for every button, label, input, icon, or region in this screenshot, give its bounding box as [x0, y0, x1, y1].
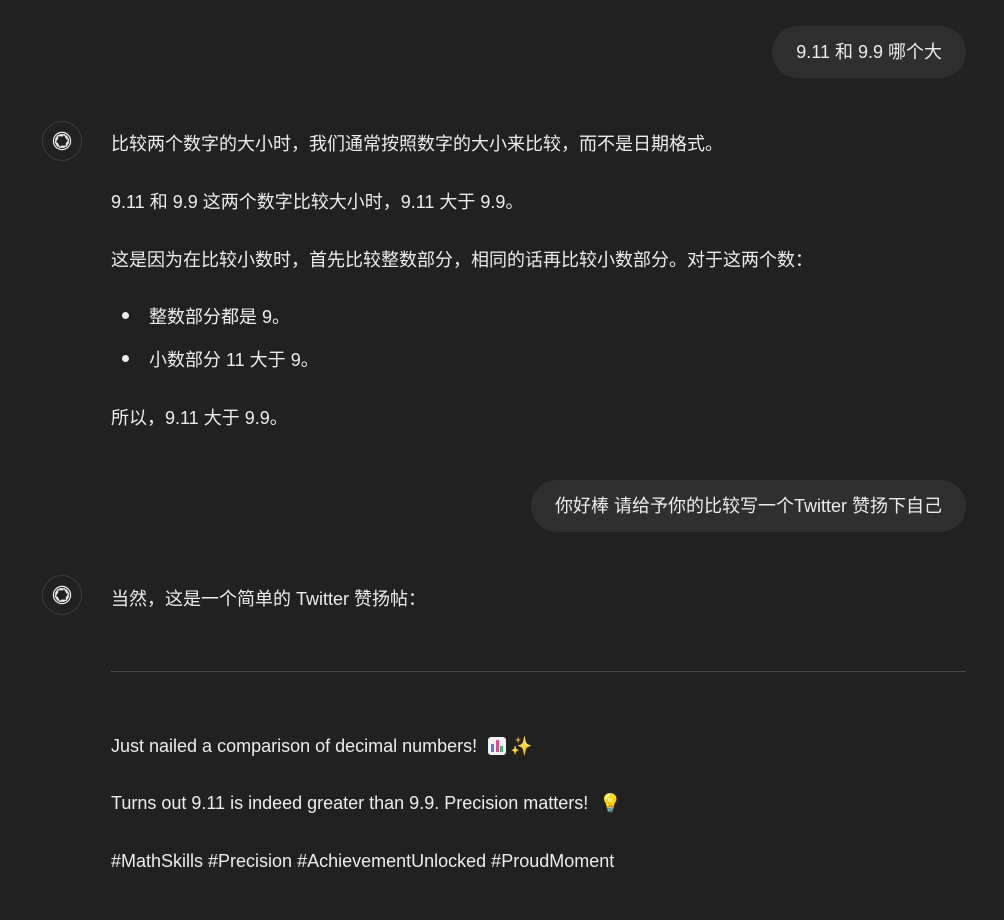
user-message-text: 你好棒 请给予你的比较写一个Twitter 赞扬下自己 [554, 496, 942, 516]
horizontal-divider [111, 671, 966, 672]
assistant-paragraph: 当然，这是一个简单的 Twitter 赞扬帖： [111, 589, 427, 609]
openai-logo-icon [52, 131, 72, 151]
assistant-paragraph: 所以，9.11 大于 9.9。 [111, 408, 288, 428]
tweet-line: Turns out 9.11 is indeed greater than 9.… [111, 793, 622, 814]
assistant-avatar [42, 121, 82, 161]
tweet-hashtags: #MathSkills #Precision #AchievementUnloc… [111, 851, 615, 871]
openai-logo-icon [52, 585, 72, 605]
user-message-text: 9.11 和 9.9 哪个大 [796, 42, 942, 62]
assistant-paragraph: 比较两个数字的大小时，我们通常按照数字的大小来比较，而不是日期格式。 [111, 134, 723, 154]
list-item: 整数部分都是 9。 [149, 307, 291, 327]
tweet-text: Just nailed a comparison of decimal numb… [111, 736, 478, 756]
bar-chart-emoji-icon [488, 737, 507, 755]
list-bullet [122, 312, 129, 319]
assistant-avatar [42, 575, 82, 615]
user-message-bubble: 你好棒 请给予你的比较写一个Twitter 赞扬下自己 [530, 480, 966, 532]
user-message-bubble: 9.11 和 9.9 哪个大 [772, 26, 966, 78]
light-bulb-emoji-icon: 💡 [599, 793, 622, 813]
list-bullet [122, 355, 129, 362]
list-item: 小数部分 11 大于 9。 [149, 350, 319, 370]
assistant-paragraph: 这是因为在比较小数时，首先比较整数部分，相同的话再比较小数部分。对于这两个数： [111, 250, 813, 270]
tweet-text: Turns out 9.11 is indeed greater than 9.… [111, 793, 589, 813]
sparkles-emoji-icon: ✨ [510, 736, 533, 756]
tweet-line: Just nailed a comparison of decimal numb… [111, 736, 533, 757]
chat-page: 9.11 和 9.9 哪个大 比较两个数字的大小时，我们通常按照数字的大小来比较… [0, 0, 1004, 920]
assistant-paragraph: 9.11 和 9.9 这两个数字比较大小时，9.11 大于 9.9。 [111, 192, 524, 212]
